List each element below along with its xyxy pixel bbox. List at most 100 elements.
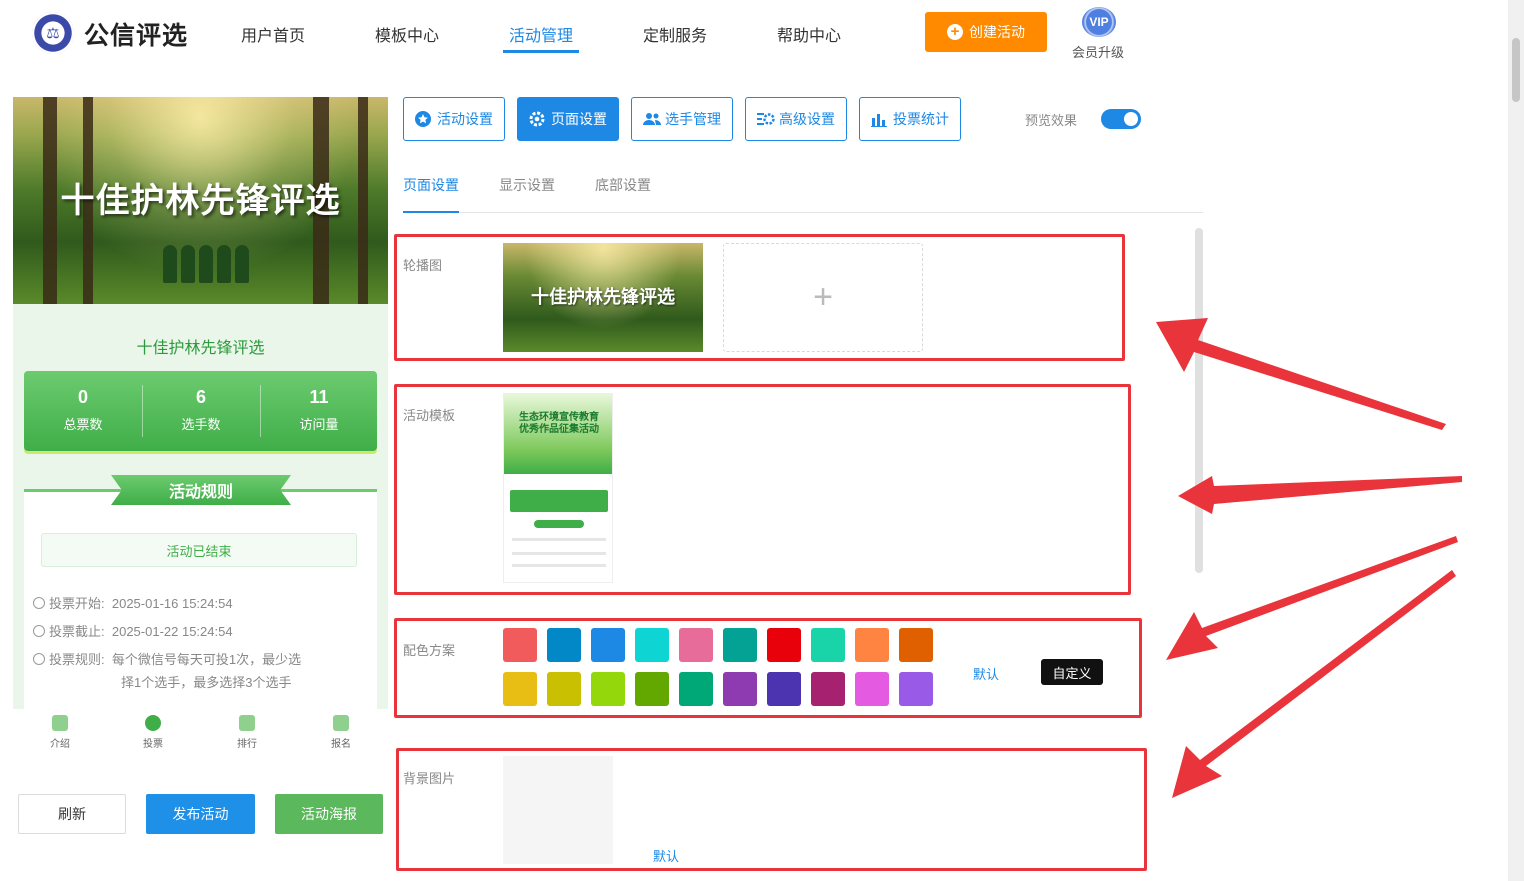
tab-activity-settings[interactable]: 活动设置 xyxy=(403,97,505,141)
color-swatch[interactable] xyxy=(503,628,537,662)
logo-icon[interactable]: ⚖ xyxy=(32,12,74,54)
stat-contestants-label: 选手数 xyxy=(181,417,221,432)
arrow-colors xyxy=(1166,536,1458,660)
banner-title: 十佳护林先锋评选 xyxy=(60,181,341,221)
info-icon xyxy=(33,653,45,665)
activity-title: 十佳护林先锋评选 xyxy=(136,340,265,357)
color-swatch[interactable] xyxy=(855,672,889,706)
stat-visits: 11 xyxy=(309,387,329,407)
tab-intro[interactable]: 介绍 xyxy=(35,715,85,750)
tab-page-settings[interactable]: 页面设置 xyxy=(517,97,619,141)
subtab-display-settings[interactable]: 显示设置 xyxy=(499,175,555,195)
color-swatch[interactable] xyxy=(635,628,669,662)
carousel-image[interactable]: 十佳护林先锋评选 xyxy=(503,243,703,352)
bar-chart-icon xyxy=(871,111,887,127)
stat-total-votes: 0 xyxy=(77,387,88,407)
tab-advanced-settings[interactable]: 高级设置 xyxy=(745,97,847,141)
color-swatch[interactable] xyxy=(635,672,669,706)
template-label: 活动模板 xyxy=(403,408,456,423)
color-swatch[interactable] xyxy=(591,628,625,662)
color-custom-button[interactable]: 自定义 xyxy=(1041,659,1103,685)
status-badge: 活动已结束 xyxy=(41,533,357,567)
preview-effect-label: 预览效果 xyxy=(1025,113,1078,128)
color-swatch[interactable] xyxy=(811,628,845,662)
vip-icon[interactable]: VIP xyxy=(1082,7,1116,37)
background-image-thumbnail[interactable] xyxy=(503,756,613,864)
tab-vote-statistics[interactable]: 投票统计 xyxy=(859,97,961,141)
tab-signup[interactable]: 报名 xyxy=(316,715,366,750)
nav-active-underline xyxy=(503,50,579,53)
color-swatch[interactable] xyxy=(679,628,713,662)
nav-custom-service[interactable]: 定制服务 xyxy=(643,22,707,46)
nav-user-home[interactable]: 用户首页 xyxy=(241,22,305,46)
arrow-template xyxy=(1178,476,1462,514)
vote-rule-continued: 择1个选手，最多选择3个选手 xyxy=(121,675,292,690)
tab-ranking[interactable]: 排行 xyxy=(222,715,272,750)
vote-rule: 投票规则: 每个微信号每天可投1次，最少选 xyxy=(33,649,301,668)
color-swatch[interactable] xyxy=(547,672,581,706)
subtab-footer-settings[interactable]: 底部设置 xyxy=(595,175,651,195)
settings-sliders-icon xyxy=(757,111,775,127)
color-swatch[interactable] xyxy=(723,672,757,706)
clock-icon xyxy=(33,597,45,609)
page-scrollbar-thumb[interactable] xyxy=(1512,38,1520,102)
color-swatch[interactable] xyxy=(899,628,933,662)
users-icon xyxy=(643,111,661,127)
edit-icon xyxy=(333,715,349,731)
color-swatch[interactable] xyxy=(723,628,757,662)
star-icon xyxy=(415,111,431,127)
color-swatch[interactable] xyxy=(811,672,845,706)
template-thumbnail[interactable]: 生态环境宣传教育 优秀作品征集活动 xyxy=(503,393,613,583)
arrow-background xyxy=(1172,570,1456,798)
color-swatch[interactable] xyxy=(547,628,581,662)
stat-total-votes-label: 总票数 xyxy=(63,417,103,432)
publish-button[interactable]: 发布活动 xyxy=(146,794,255,834)
preview-banner: 十佳护林先锋评选 xyxy=(13,97,388,304)
color-scheme-label: 配色方案 xyxy=(403,643,456,658)
annotation-arrows xyxy=(1156,318,1462,798)
intro-icon xyxy=(52,715,68,731)
plus-icon: + xyxy=(947,24,963,40)
logo-text[interactable]: 公信评选 xyxy=(84,16,188,52)
tab-vote[interactable]: 投票 xyxy=(128,715,178,750)
preview-tabbar: 介绍 投票 排行 报名 xyxy=(13,709,388,759)
poster-button[interactable]: 活动海报 xyxy=(275,794,383,834)
color-swatch[interactable] xyxy=(855,628,889,662)
nav-template-center[interactable]: 模板中心 xyxy=(375,22,439,46)
template-title-line2: 优秀作品征集活动 xyxy=(519,424,599,435)
color-swatch[interactable] xyxy=(503,672,537,706)
gear-icon xyxy=(529,111,545,127)
background-image-label: 背景图片 xyxy=(403,771,456,786)
page-scrollbar[interactable] xyxy=(1508,0,1524,881)
color-swatch[interactable] xyxy=(899,672,933,706)
vote-end: 投票截止: 2025-01-22 15:24:54 xyxy=(33,621,233,640)
vote-start: 投票开始: 2025-01-16 15:24:54 xyxy=(33,593,233,612)
color-swatch[interactable] xyxy=(591,672,625,706)
tab-contestant-management[interactable]: 选手管理 xyxy=(631,97,733,141)
subtab-divider xyxy=(403,212,1203,213)
color-swatch[interactable] xyxy=(767,628,801,662)
carousel-image-title: 十佳护林先锋评选 xyxy=(531,287,675,308)
subtab-page-settings[interactable]: 页面设置 xyxy=(403,175,459,195)
preview-effect-toggle[interactable] xyxy=(1101,109,1141,129)
arrow-carousel xyxy=(1156,318,1446,430)
nav-help-center[interactable]: 帮助中心 xyxy=(777,22,841,46)
color-default-link[interactable]: 默认 xyxy=(973,664,999,683)
color-swatch[interactable] xyxy=(679,672,713,706)
background-default-link[interactable]: 默认 xyxy=(653,846,679,865)
refresh-button[interactable]: 刷新 xyxy=(18,794,126,834)
color-swatch[interactable] xyxy=(767,672,801,706)
stats-panel: 0 总票数 6 选手数 11 访问量 xyxy=(24,371,377,451)
clock-icon xyxy=(33,625,45,637)
medal-icon xyxy=(239,715,255,731)
mobile-preview: 十佳护林先锋评选 十佳护林先锋评选 0 总票数 6 选手数 11 访问量 活动规… xyxy=(13,97,388,709)
rules-title: 活动规则 xyxy=(111,475,291,505)
upload-carousel-button[interactable]: + xyxy=(723,243,923,352)
vip-upgrade-link[interactable]: 会员升级 xyxy=(1072,42,1124,61)
nav-activity-management[interactable]: 活动管理 xyxy=(509,22,573,46)
subtab-active-underline xyxy=(403,211,459,213)
stat-visits-label: 访问量 xyxy=(299,417,339,432)
carousel-label: 轮播图 xyxy=(403,258,443,273)
create-activity-button[interactable]: + 创建活动 xyxy=(925,12,1047,52)
vote-icon xyxy=(145,715,161,731)
